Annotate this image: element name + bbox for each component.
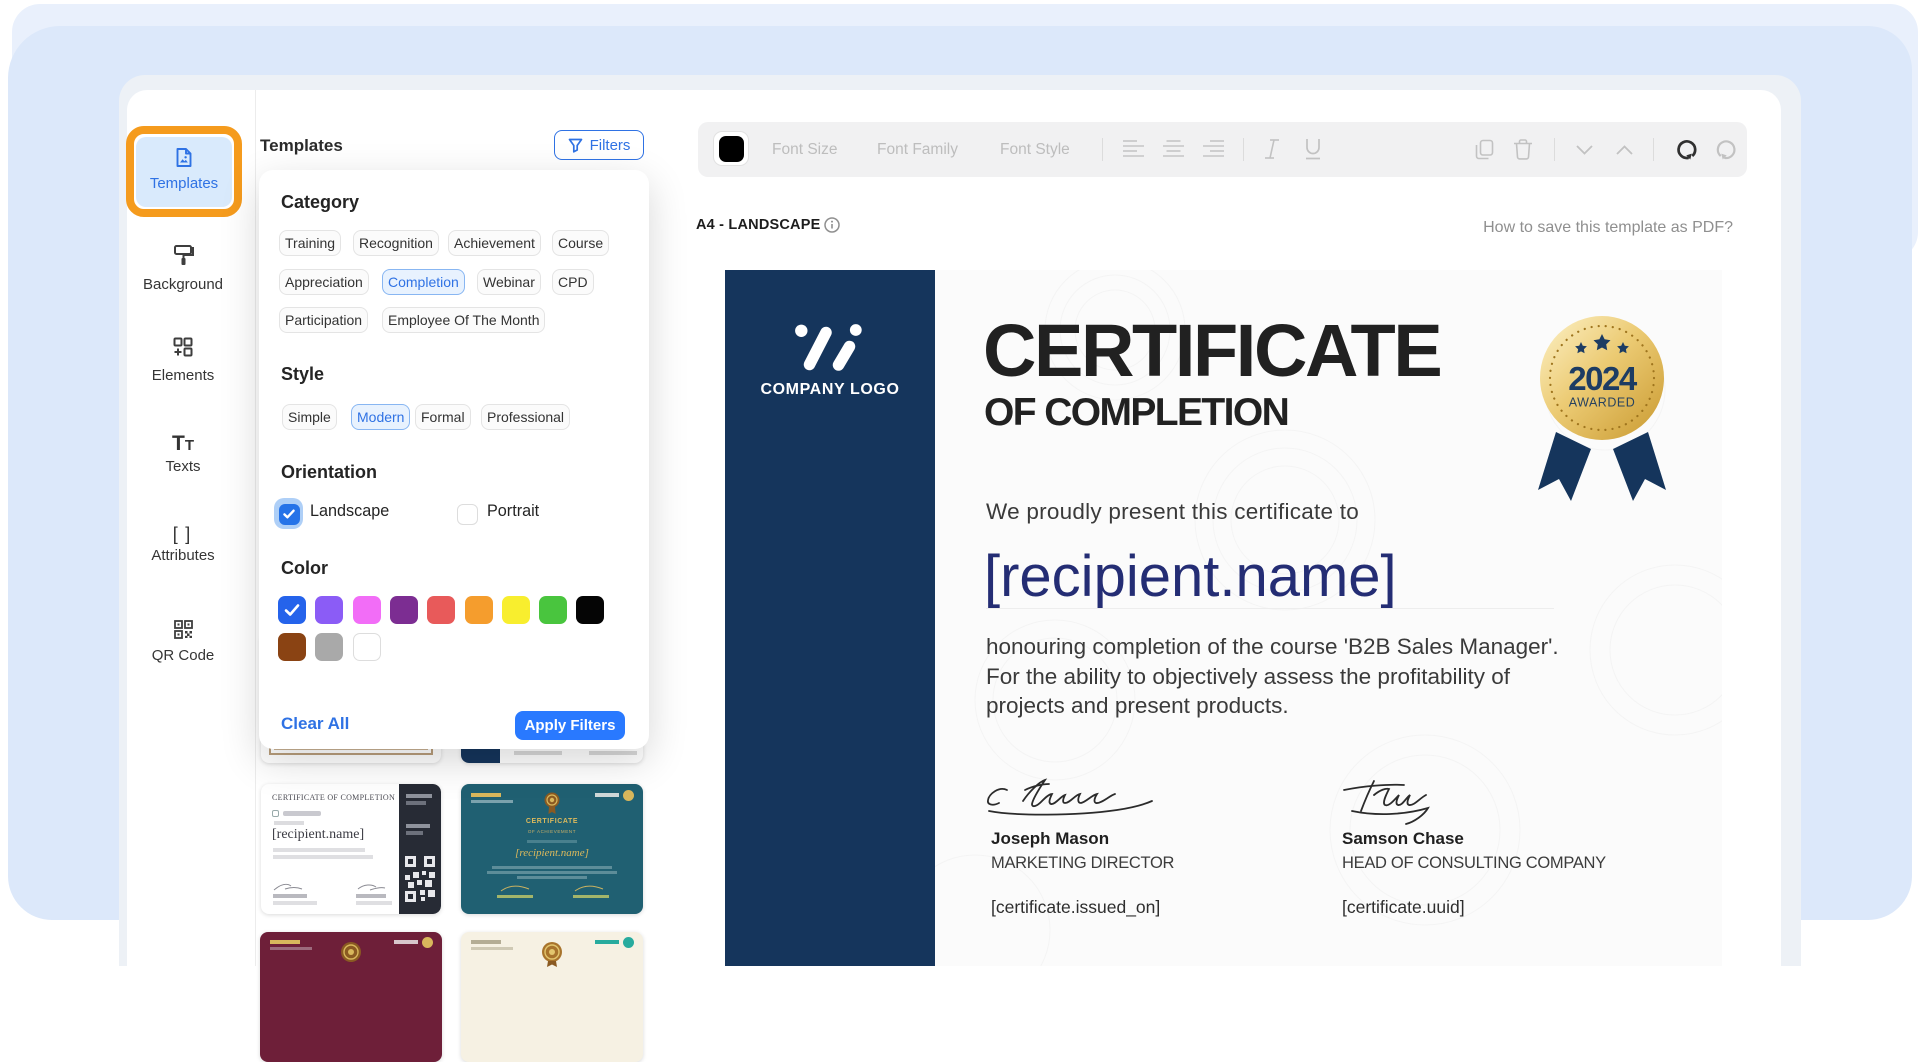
svg-text:2024: 2024 bbox=[1568, 360, 1638, 397]
svg-text:AWARDED: AWARDED bbox=[1569, 396, 1635, 410]
